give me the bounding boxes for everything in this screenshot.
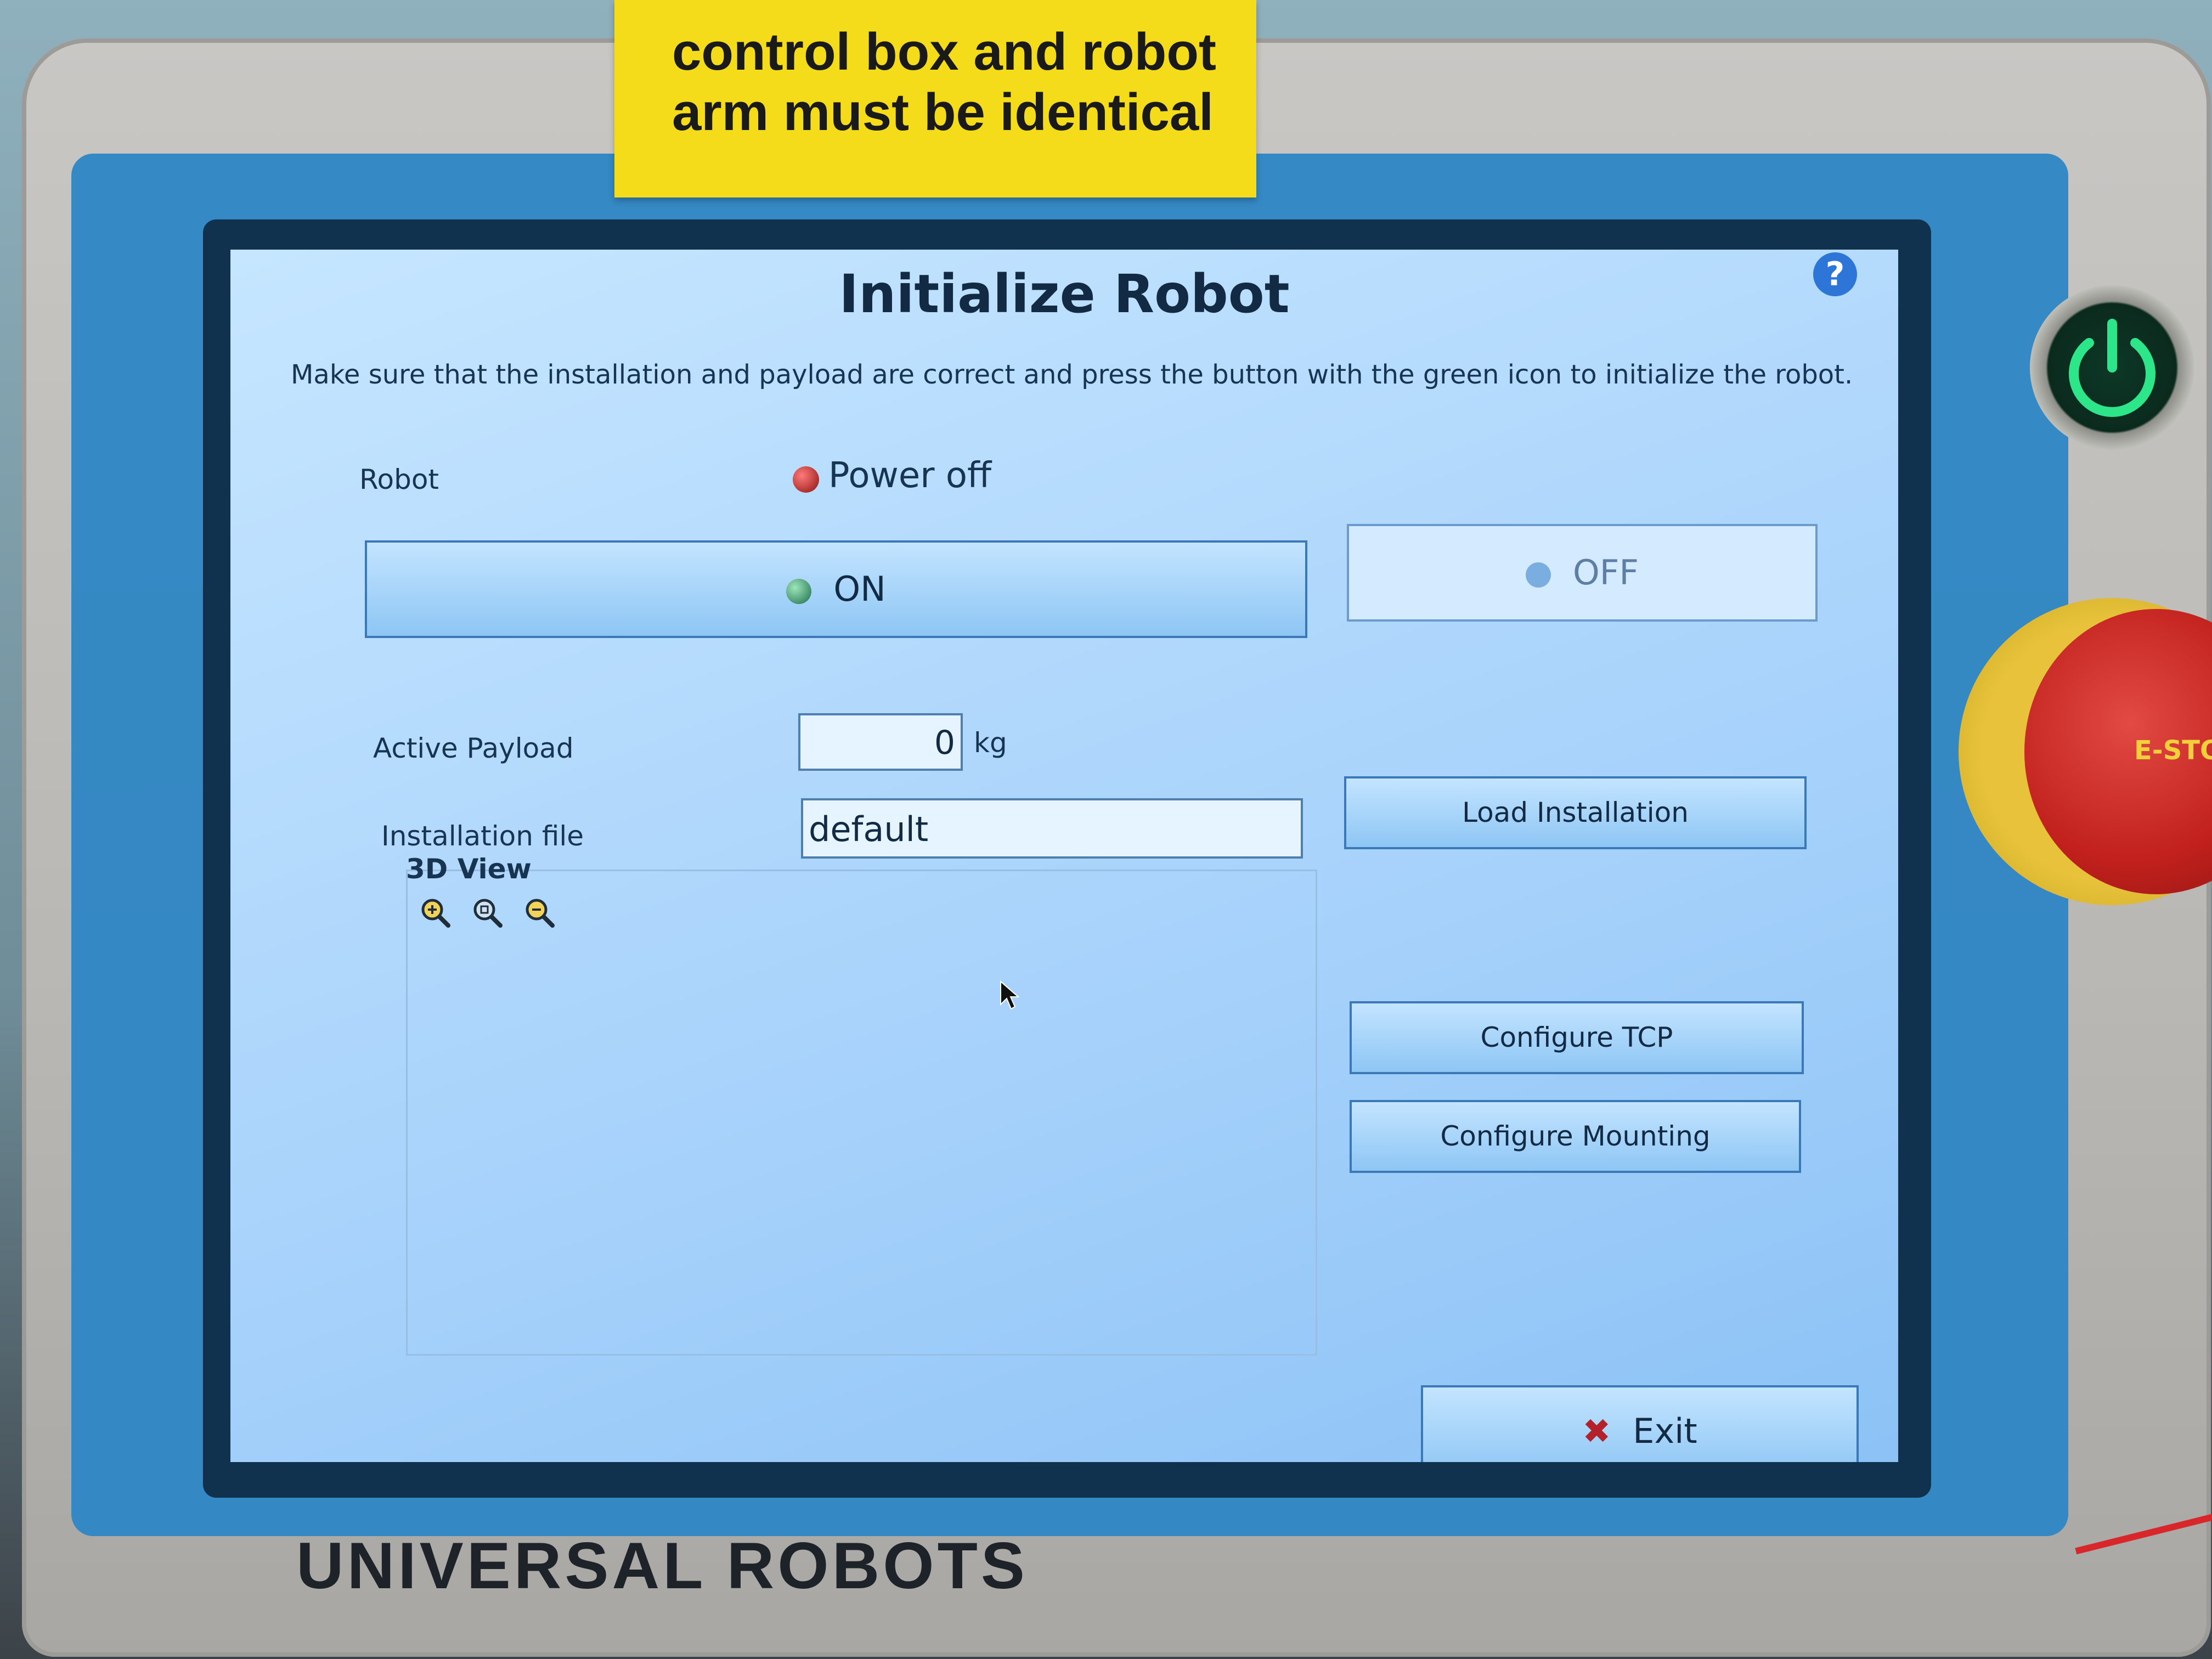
power-off-button[interactable]: OFF bbox=[1347, 524, 1818, 622]
grey-led-icon bbox=[1525, 562, 1551, 588]
warning-sticker: control box and robot arm must be identi… bbox=[614, 0, 1256, 198]
robot-label: Robot bbox=[359, 464, 439, 495]
installation-file-field[interactable]: default bbox=[801, 798, 1303, 859]
robot-status: Power off bbox=[828, 455, 992, 496]
power-button[interactable] bbox=[2030, 285, 2194, 450]
mouse-cursor-icon bbox=[1000, 980, 1020, 1010]
power-on-label: ON bbox=[833, 569, 886, 609]
3d-view-label: 3D View bbox=[406, 853, 532, 885]
payload-unit: kg bbox=[974, 727, 1007, 759]
sticker-line-2: arm must be identical bbox=[672, 83, 1214, 142]
power-icon bbox=[2069, 319, 2155, 417]
exit-button[interactable]: ✖ Exit bbox=[1421, 1385, 1859, 1462]
brand-logo: UNIVERSAL ROBOTS bbox=[296, 1529, 1028, 1602]
power-on-button[interactable]: ON bbox=[365, 540, 1307, 638]
load-installation-button[interactable]: Load Installation bbox=[1344, 776, 1807, 849]
power-status-led-icon bbox=[793, 466, 819, 493]
sticker-line-1: control box and robot bbox=[672, 22, 1216, 81]
exit-label: Exit bbox=[1633, 1411, 1697, 1451]
close-icon: ✖ bbox=[1582, 1411, 1611, 1451]
page-title: Initialize Robot bbox=[839, 263, 1290, 325]
installation-file-label: Installation file bbox=[381, 820, 584, 852]
active-payload-label: Active Payload bbox=[373, 732, 574, 764]
power-off-label: OFF bbox=[1572, 552, 1639, 592]
initialize-robot-screen: Initialize Robot ? Make sure that the in… bbox=[230, 250, 1898, 1462]
instructions-text: Make sure that the installation and payl… bbox=[291, 359, 1853, 390]
3d-view-panel bbox=[406, 870, 1317, 1356]
help-icon[interactable]: ? bbox=[1813, 252, 1857, 296]
estop-label: E-STO bbox=[2134, 735, 2212, 766]
configure-mounting-button[interactable]: Configure Mounting bbox=[1350, 1100, 1801, 1173]
green-led-icon bbox=[786, 578, 812, 604]
zoom-reset-icon[interactable] bbox=[472, 897, 503, 928]
configure-tcp-button[interactable]: Configure TCP bbox=[1350, 1001, 1804, 1074]
zoom-out-icon[interactable] bbox=[524, 897, 555, 928]
payload-input[interactable]: 0 bbox=[798, 713, 963, 771]
zoom-in-icon[interactable] bbox=[420, 897, 450, 928]
